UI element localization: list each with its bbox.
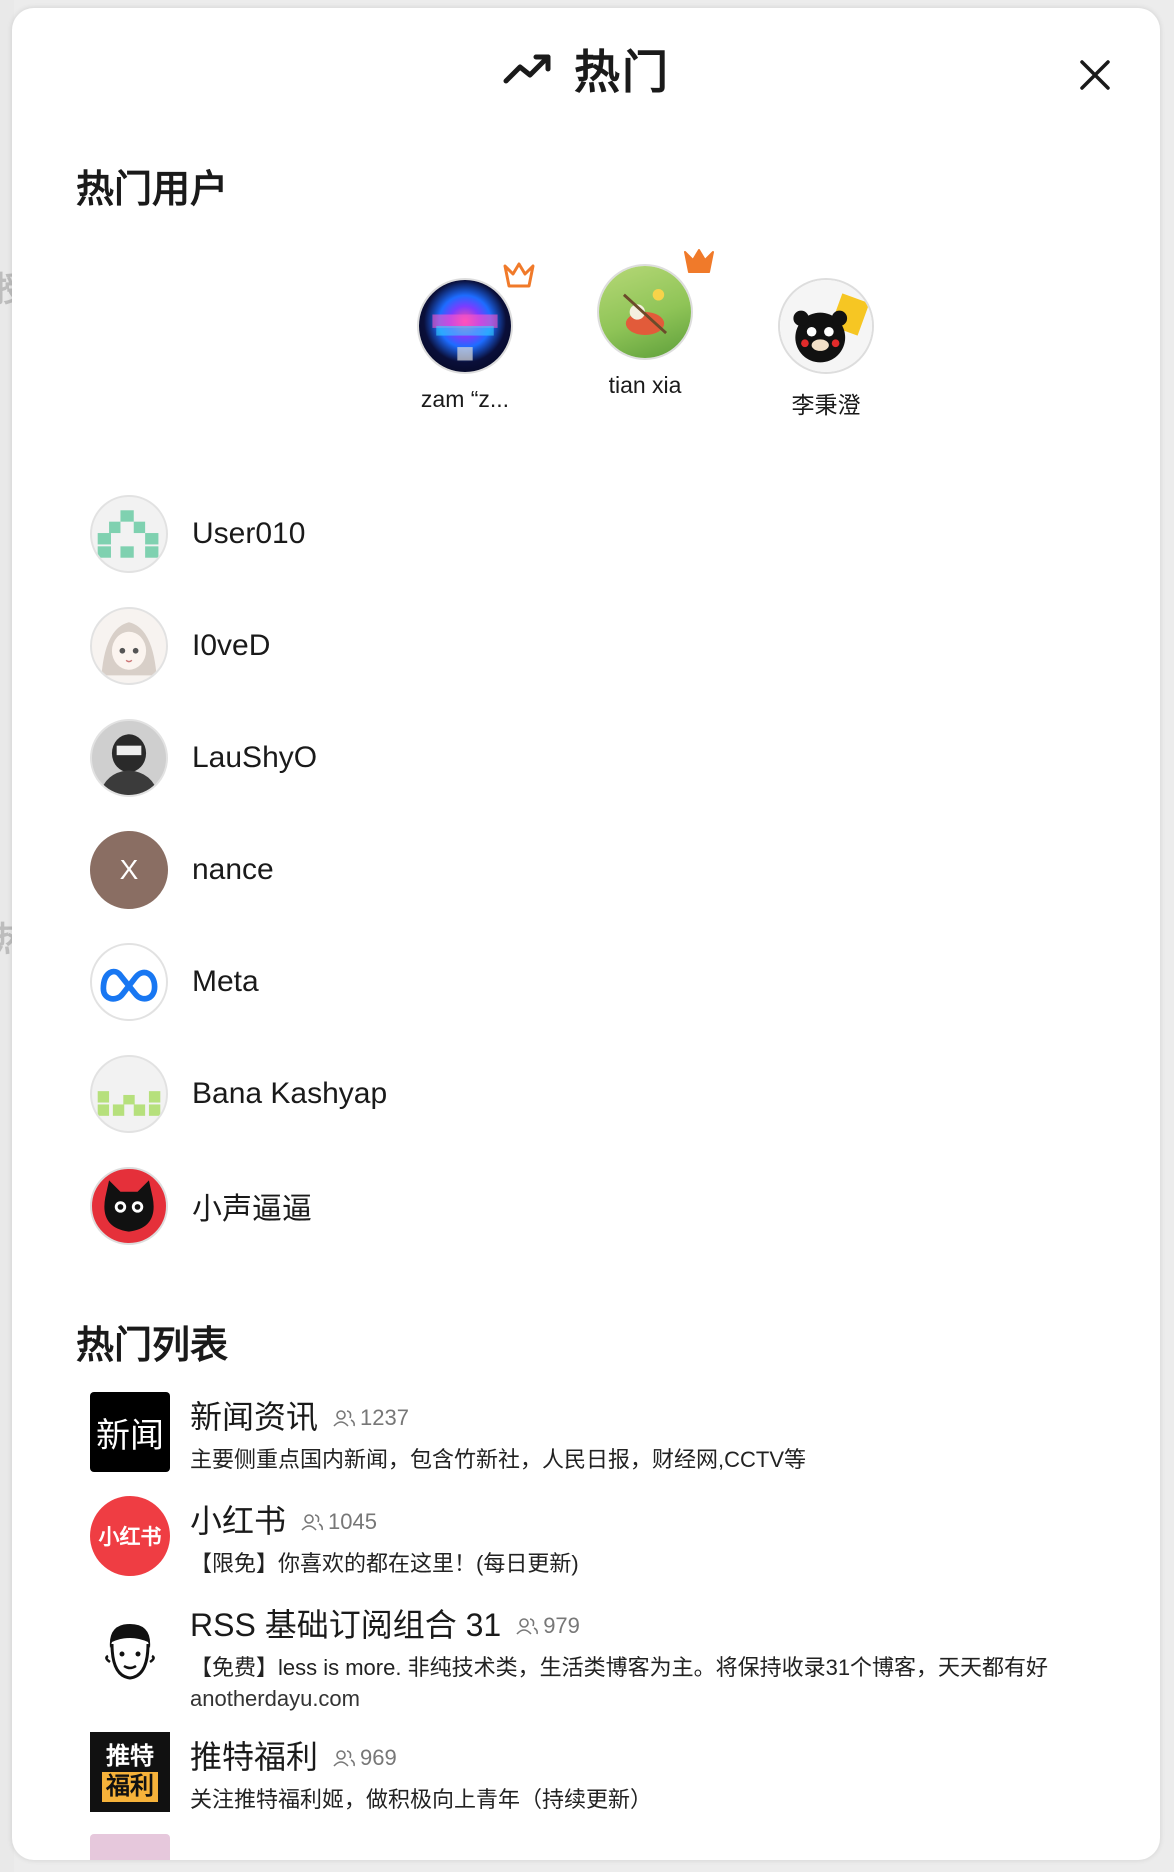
count-value: 1237 — [360, 1405, 409, 1430]
avatar — [597, 249, 714, 360]
modal-header: 热门 — [12, 8, 1160, 138]
list-thumbnail-partial — [90, 1834, 170, 1860]
list-item[interactable]: 新闻 新闻资讯 1237 主要侧重点国内新闻，包含竹新社，人民日报，财经网,CC… — [90, 1392, 1130, 1474]
avatar — [90, 719, 168, 797]
thumb-text: 新闻 — [96, 1415, 164, 1456]
subscriber-count: 979 — [515, 1613, 580, 1639]
users-icon — [301, 1514, 324, 1531]
list-thumbnail: 推特 福利 — [90, 1732, 170, 1812]
subscriber-count: 1045 — [300, 1509, 377, 1535]
list-title: 推特福利 — [190, 1739, 319, 1775]
subscriber-count: 1237 — [332, 1405, 409, 1431]
crown-filled-icon — [684, 249, 714, 273]
avatar — [90, 607, 168, 685]
avatar — [778, 278, 874, 374]
podium-user-2[interactable]: tian xia — [560, 249, 730, 399]
users-icon — [333, 1750, 356, 1767]
close-icon[interactable] — [1078, 58, 1112, 92]
list-item[interactable]: RSS 基础订阅组合 31 979 【免费】less is more. 非纯技术… — [90, 1600, 1130, 1712]
list-item[interactable]: 小红书 小红书 1045 【限免】你喜欢的都在这里！(每日更新) — [90, 1496, 1130, 1578]
user-name: 小声逼逼 — [192, 1193, 312, 1226]
list-description: 关注推特福利姬，做积极向上青年（持续更新） — [190, 1787, 653, 1812]
top-users-podium: zam “z... tian xia 李秉澄 — [12, 249, 1160, 446]
avatar — [417, 262, 535, 374]
user-name: User010 — [192, 517, 306, 550]
avatar — [90, 495, 168, 573]
user-row[interactable]: LauShyO — [90, 716, 317, 800]
count-value: 969 — [360, 1745, 397, 1770]
user-row[interactable]: User010 — [90, 492, 305, 576]
user-name: nance — [192, 853, 274, 886]
list-title: 小红书 — [190, 1503, 287, 1539]
list-title: RSS 基础订阅组合 31 — [190, 1607, 502, 1643]
avatar — [90, 1055, 168, 1133]
avatar-initial: X — [119, 854, 139, 885]
user-row[interactable]: Bana Kashyap — [90, 1052, 387, 1136]
count-value: 1045 — [328, 1509, 377, 1534]
avatar: X — [90, 831, 168, 909]
podium-user-name: zam “z... — [420, 386, 510, 412]
avatar — [90, 943, 168, 1021]
list-title: 新闻资讯 — [190, 1399, 319, 1435]
meta-logo-icon — [100, 968, 158, 1002]
trending-users-heading: 热门用户 — [76, 169, 229, 211]
avatar — [90, 1167, 168, 1245]
subscriber-count: 969 — [332, 1745, 397, 1771]
user-name: LauShyO — [192, 741, 318, 774]
thumb-text: 福利 — [102, 1772, 158, 1802]
modal-title: 热门 — [574, 46, 670, 98]
user-row[interactable]: Meta — [90, 940, 259, 1024]
list-thumbnail: 小红书 — [90, 1496, 170, 1576]
user-name: I0veD — [192, 629, 271, 662]
users-icon — [516, 1618, 539, 1635]
list-source-domain: anotherdayu.com — [190, 1686, 360, 1711]
users-icon — [333, 1410, 356, 1427]
trending-lists-heading: 热门列表 — [76, 1325, 229, 1367]
podium-user-1[interactable]: zam “z... — [380, 262, 550, 413]
podium-user-name: tian xia — [608, 372, 682, 398]
count-value: 979 — [543, 1613, 580, 1638]
crown-outline-icon — [503, 262, 535, 288]
list-item[interactable]: 推特 福利 推特福利 969 关注推特福利姬，做积极向上青年（持续更新） — [90, 1732, 1130, 1814]
trending-modal: 热门 热门用户 zam “z... tian xia 李秉澄 User010 I… — [12, 8, 1160, 1860]
thumb-text: 推特 — [106, 1743, 154, 1770]
user-name: Bana Kashyap — [192, 1077, 388, 1110]
trending-up-icon — [503, 54, 551, 84]
user-row[interactable]: I0veD — [90, 604, 270, 688]
list-description: 【免费】less is more. 非纯技术类，生活类博客为主。将保持收录31个… — [190, 1655, 1049, 1680]
podium-user-3[interactable]: 李秉澄 — [741, 278, 911, 420]
list-description: 【限免】你喜欢的都在这里！(每日更新) — [190, 1551, 579, 1576]
user-row[interactable]: 小声逼逼 — [90, 1164, 312, 1248]
user-name: Meta — [192, 965, 259, 998]
list-thumbnail — [90, 1612, 170, 1692]
user-row[interactable]: X nance — [90, 828, 274, 912]
thumb-text: 小红书 — [98, 1526, 162, 1549]
list-thumbnail: 新闻 — [90, 1392, 170, 1472]
podium-user-name: 李秉澄 — [791, 392, 861, 418]
list-description: 主要侧重点国内新闻，包含竹新社，人民日报，财经网,CCTV等 — [190, 1447, 807, 1472]
